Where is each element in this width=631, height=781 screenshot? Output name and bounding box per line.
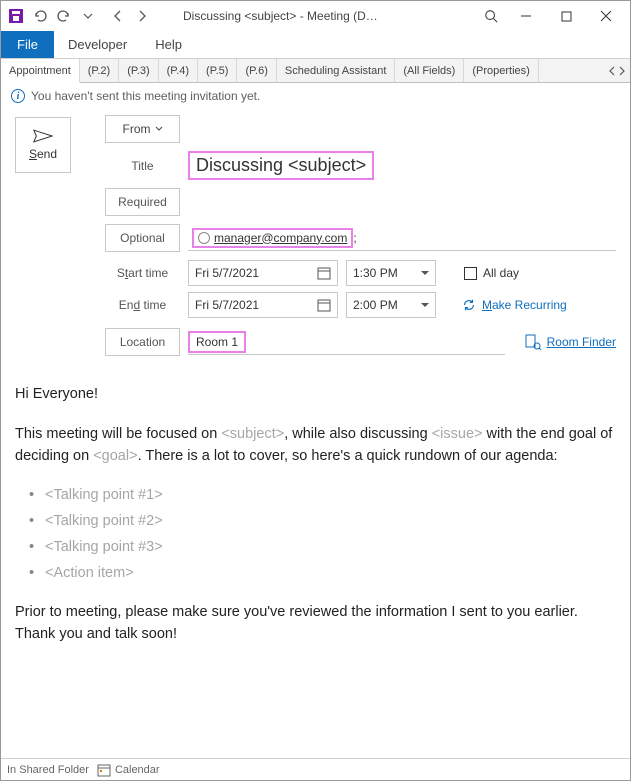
start-date-value: Fri 5/7/2021 <box>195 266 259 280</box>
meeting-form: Send From Title Discussing <subject> Req… <box>1 109 630 356</box>
calendar-icon <box>317 298 331 312</box>
tab-scroll-right-icon[interactable] <box>618 66 626 76</box>
tab-help[interactable]: Help <box>141 31 196 58</box>
recurring-label: Make Recurring <box>482 298 567 312</box>
sub-tabs: Appointment (P.2) (P.3) (P.4) (P.5) (P.6… <box>1 59 630 83</box>
allday-checkbox[interactable]: All day <box>464 266 519 280</box>
start-time-value: 1:30 PM <box>353 266 398 280</box>
tab-p2[interactable]: (P.2) <box>80 59 119 82</box>
tab-scheduling[interactable]: Scheduling Assistant <box>277 59 396 82</box>
start-time-label: Start time <box>105 266 180 280</box>
chevron-down-icon <box>421 303 429 308</box>
info-bar: i You haven't sent this meeting invitati… <box>1 83 630 109</box>
save-icon[interactable] <box>5 5 27 27</box>
start-date-field[interactable]: Fri 5/7/2021 <box>188 260 338 286</box>
status-calendar-label: Calendar <box>115 764 160 776</box>
tab-developer[interactable]: Developer <box>54 31 141 58</box>
checkbox-icon <box>464 267 477 280</box>
list-item: <Talking point #2> <box>45 511 616 533</box>
status-folder: In Shared Folder <box>7 764 89 776</box>
title-field[interactable]: Discussing <subject> <box>188 151 374 180</box>
from-label: From <box>123 122 151 136</box>
send-icon <box>33 129 53 143</box>
minimize-button[interactable] <box>506 2 546 30</box>
from-button[interactable]: From <box>105 115 180 143</box>
tab-scroll-left-icon[interactable] <box>608 66 616 76</box>
body-bullets: <Talking point #1> <Talking point #2> <T… <box>15 485 616 584</box>
info-icon: i <box>11 89 25 103</box>
tab-file[interactable]: File <box>1 31 54 58</box>
tab-p5[interactable]: (P.5) <box>198 59 237 82</box>
qat-more-icon[interactable] <box>77 5 99 27</box>
optional-field[interactable]: manager@company.com ; <box>188 225 616 251</box>
tab-p3[interactable]: (P.3) <box>119 59 158 82</box>
location-value: Room 1 <box>188 331 246 353</box>
end-time-value: 2:00 PM <box>353 298 398 312</box>
list-item: <Talking point #3> <box>45 537 616 559</box>
close-button[interactable] <box>586 2 626 30</box>
body-greeting: Hi Everyone! <box>15 384 616 406</box>
chevron-down-icon <box>421 271 429 276</box>
window-title: Discussing <subject> - Meeting (D… <box>153 9 476 23</box>
required-button[interactable]: Required <box>105 188 180 216</box>
status-calendar[interactable]: Calendar <box>97 763 160 777</box>
end-date-field[interactable]: Fri 5/7/2021 <box>188 292 338 318</box>
start-time-field[interactable]: 1:30 PM <box>346 260 436 286</box>
calendar-icon <box>97 763 111 777</box>
info-text: You haven't sent this meeting invitation… <box>31 89 260 103</box>
tab-p4[interactable]: (P.4) <box>159 59 198 82</box>
room-finder-link[interactable]: Room Finder <box>525 334 616 350</box>
search-icon[interactable] <box>476 2 506 30</box>
list-item: <Action item> <box>45 563 616 585</box>
ribbon: File Developer Help <box>1 31 630 59</box>
body-paragraph-1: This meeting will be focused on <subject… <box>15 424 616 468</box>
title-bar: Discussing <subject> - Meeting (D… <box>1 1 630 31</box>
recipient-avatar-icon <box>198 232 210 244</box>
message-body[interactable]: Hi Everyone! This meeting will be focuse… <box>1 356 630 674</box>
room-finder-icon <box>525 334 541 350</box>
maximize-button[interactable] <box>546 2 586 30</box>
calendar-icon <box>317 266 331 280</box>
end-time-label: End time <box>105 298 180 312</box>
undo-icon[interactable] <box>29 5 51 27</box>
tab-properties[interactable]: (Properties) <box>464 59 538 82</box>
chevron-down-icon <box>155 126 163 132</box>
end-time-field[interactable]: 2:00 PM <box>346 292 436 318</box>
send-label: Send <box>29 147 57 161</box>
body-paragraph-2: Prior to meeting, please make sure you'v… <box>15 602 616 646</box>
redo-icon[interactable] <box>53 5 75 27</box>
optional-recipient: manager@company.com <box>214 231 347 245</box>
make-recurring-link[interactable]: Make Recurring <box>462 298 567 312</box>
title-label: Title <box>105 152 180 180</box>
location-field[interactable]: Room 1 <box>188 329 505 355</box>
location-button[interactable]: Location <box>105 328 180 356</box>
tab-appointment[interactable]: Appointment <box>1 59 80 83</box>
list-item: <Talking point #1> <box>45 485 616 507</box>
tab-allfields[interactable]: (All Fields) <box>395 59 464 82</box>
nav-forward-icon[interactable] <box>131 5 153 27</box>
send-button[interactable]: Send <box>15 117 71 173</box>
status-bar: In Shared Folder Calendar <box>1 758 630 780</box>
room-finder-label: Room Finder <box>547 335 616 349</box>
tab-p6[interactable]: (P.6) <box>237 59 276 82</box>
nav-back-icon[interactable] <box>107 5 129 27</box>
allday-label: All day <box>483 266 519 280</box>
optional-button[interactable]: Optional <box>105 224 180 252</box>
optional-suffix: ; <box>353 231 356 245</box>
end-date-value: Fri 5/7/2021 <box>195 298 259 312</box>
recurring-icon <box>462 298 476 312</box>
